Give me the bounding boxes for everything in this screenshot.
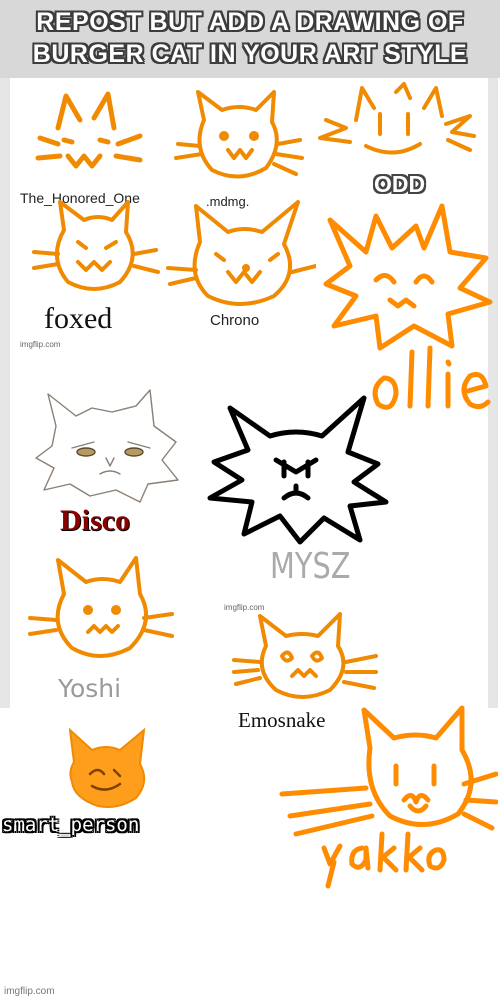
- artist-label-yoshi: Yoshi: [58, 674, 122, 703]
- title-banner: REPOST BUT ADD A DRAWING OF BURGER CAT I…: [0, 0, 500, 78]
- artist-label-smart-person: smart_person: [2, 814, 140, 836]
- artist-label-foxed: foxed: [44, 302, 113, 335]
- handwritten-yakko-text: yakko: [318, 826, 321, 827]
- cat-drawing-emosnake: [232, 612, 378, 699]
- cat-drawing-disco: [35, 389, 179, 503]
- handwritten-yakko: yakko: [318, 826, 447, 889]
- left-edge-strip: [0, 78, 10, 708]
- cat-drawing-mdmg: [174, 90, 304, 179]
- footer-watermark: imgflip.com: [4, 986, 55, 997]
- cat-drawing-odd: [318, 82, 476, 155]
- cat-drawing-smart-person: [68, 727, 146, 808]
- handwritten-ollie-text: ollie: [366, 344, 368, 345]
- meme-canvas: REPOST BUT ADD A DRAWING OF BURGER CAT I…: [0, 0, 500, 1000]
- cat-drawing-mysz: [207, 395, 389, 545]
- meme-title: REPOST BUT ADD A DRAWING OF BURGER CAT I…: [32, 8, 468, 68]
- artist-label-odd: ODD: [374, 171, 426, 197]
- watermark-small-2: imgflip.com: [224, 603, 265, 612]
- cat-drawing-foxed: [32, 200, 160, 291]
- cat-drawing-ollie: [323, 203, 493, 351]
- watermark-small-1: imgflip.com: [20, 340, 61, 349]
- cat-drawing-chrono: [166, 200, 316, 306]
- artist-label-mysz: MYSZ: [270, 546, 351, 587]
- artist-label-disco: Disco: [60, 504, 130, 537]
- cat-drawing-yoshi: [28, 556, 174, 658]
- artist-label-chrono: Chrono: [210, 312, 260, 329]
- cat-drawing-honored-one: [35, 91, 143, 169]
